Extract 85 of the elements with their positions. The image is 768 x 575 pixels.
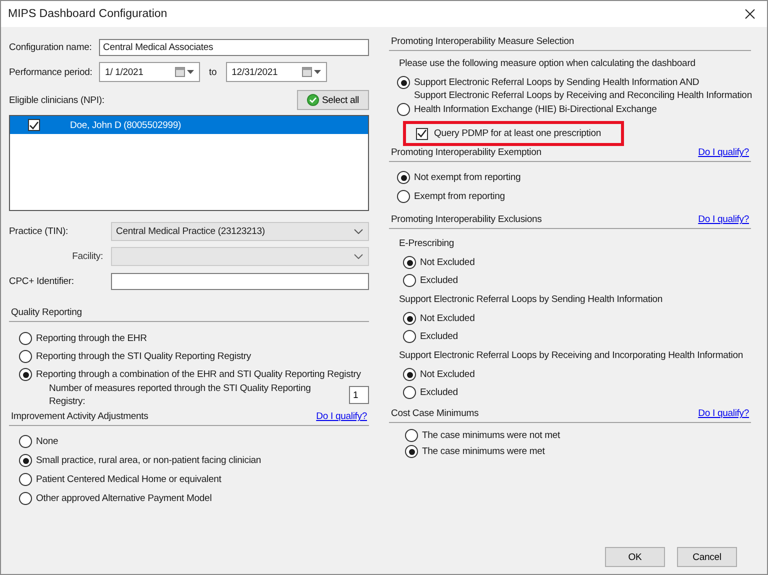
chevron-down-icon: [354, 254, 363, 258]
radio-option[interactable]: Health Information Exchange (HIE) Bi-Directional Exchange: [397, 103, 757, 116]
section-title: Promoting Interoperability Measure Selection: [391, 36, 574, 47]
date-field[interactable]: 12/31/2021: [226, 62, 327, 82]
radio-option[interactable]: Excluded: [403, 330, 757, 343]
checkmark-icon: [29, 120, 39, 130]
section-title: Promoting Interoperability Exemption: [391, 147, 542, 158]
radio-button[interactable]: [19, 492, 32, 505]
radio-button[interactable]: [19, 350, 32, 363]
radio-button[interactable]: [397, 171, 410, 184]
dropdown[interactable]: Central Medical Practice (23123213): [111, 222, 369, 240]
qualify-link[interactable]: Do I qualify?: [698, 408, 749, 419]
radio-option[interactable]: The case minimums were met: [405, 445, 757, 458]
chevron-down-icon: [354, 228, 363, 234]
qualify-link[interactable]: Do I qualify?: [698, 214, 749, 225]
radio-button[interactable]: [403, 386, 416, 399]
field-label: Practice (TIN):: [9, 226, 69, 236]
radio-button[interactable]: [403, 256, 416, 269]
dialog-button[interactable]: Cancel: [677, 547, 737, 567]
radio-option[interactable]: Small practice, rural area, or non-patient facing clinician: [19, 454, 369, 467]
field-label: Configuration name:: [9, 42, 93, 52]
section-title: Quality Reporting: [11, 307, 82, 318]
field-label: CPC+ Identifier:: [9, 276, 75, 286]
radio-option[interactable]: Exempt from reporting: [397, 190, 757, 203]
number-field[interactable]: 1: [349, 386, 369, 404]
caret-icon: [187, 70, 194, 74]
text-field[interactable]: [111, 272, 369, 290]
radio-button[interactable]: [403, 330, 416, 343]
radio-button[interactable]: [403, 312, 416, 325]
window-title: MIPS Dashboard Configuration: [8, 8, 168, 20]
radio-button[interactable]: [403, 368, 416, 381]
list-item[interactable]: Doe, John D (8005502999): [10, 116, 368, 134]
dialog-button[interactable]: OK: [605, 547, 665, 567]
select-all-button[interactable]: Select all: [297, 90, 369, 110]
radio-option[interactable]: Reporting through the STI Quality Reporting Registry: [19, 350, 369, 363]
radio-button[interactable]: [19, 368, 32, 381]
qualify-link[interactable]: Do I qualify?: [698, 147, 749, 158]
radio-button[interactable]: [19, 473, 32, 486]
radio-button[interactable]: [397, 103, 410, 116]
radio-option[interactable]: Excluded: [403, 386, 757, 399]
radio-option[interactable]: Other approved Alternative Payment Model: [19, 492, 369, 505]
field-label: Number of measures reported through the STI Quality Reporting Registry:: [49, 382, 312, 408]
radio-button[interactable]: [19, 435, 32, 448]
radio-button[interactable]: [397, 190, 410, 203]
checkbox-option[interactable]: Query PDMP for at least one prescription: [416, 128, 602, 140]
field-label: Eligible clinicians (NPI):: [9, 94, 106, 106]
instruction-text: Please use the following measure option when calculating the dashboard: [399, 57, 696, 70]
caret-icon: [314, 70, 321, 74]
radio-option[interactable]: Not Excluded: [403, 256, 757, 269]
date-field[interactable]: 1/ 1/2021: [99, 62, 200, 82]
field-label: Facility:: [71, 250, 104, 262]
range-separator: to: [209, 66, 217, 78]
radio-button[interactable]: [397, 76, 410, 89]
radio-button[interactable]: [19, 332, 32, 345]
radio-option[interactable]: Reporting through a combination of the EHR and STI Quality Reporting Registry: [19, 368, 369, 381]
radio-option[interactable]: Excluded: [403, 274, 757, 287]
radio-option[interactable]: The case minimums were not met: [405, 429, 757, 442]
section-title: Cost Case Minimums: [391, 408, 479, 419]
checkmark-icon: [417, 129, 427, 138]
radio-button[interactable]: [403, 274, 416, 287]
radio-option[interactable]: Not exempt from reporting: [397, 171, 757, 184]
group-title: Support Electronic Referral Loops by Receiving and Incorporating Health Information: [399, 349, 744, 362]
calendar-icon: [302, 67, 312, 77]
clinician-name: Doe, John D (8005502999): [70, 120, 182, 130]
section-title: Improvement Activity Adjustments: [11, 411, 148, 422]
radio-option[interactable]: Patient Centered Medical Home or equivalent: [19, 473, 369, 486]
checkbox[interactable]: [28, 119, 40, 131]
option-label: Health Information Exchange (HIE) Bi-Directional Exchange: [414, 103, 657, 116]
calendar-icon: [175, 67, 185, 77]
radio-button[interactable]: [405, 445, 418, 458]
text-field[interactable]: Central Medical Associates: [99, 38, 369, 56]
group-title: E-Prescribing: [399, 237, 456, 250]
checkbox[interactable]: [416, 128, 428, 140]
qualify-link[interactable]: Do I qualify?: [316, 411, 367, 422]
group-title: Support Electronic Referral Loops by Sending Health Information: [399, 293, 664, 306]
field-label: Performance period:: [9, 66, 94, 78]
radio-button[interactable]: [405, 429, 418, 442]
section-title: Promoting Interoperability Exclusions: [391, 214, 542, 225]
check-circle-icon: [306, 94, 319, 106]
radio-button[interactable]: [19, 454, 32, 467]
radio-option[interactable]: Reporting through the EHR: [19, 332, 369, 345]
radio-option[interactable]: Not Excluded: [403, 368, 757, 381]
radio-option[interactable]: Not Excluded: [403, 312, 757, 325]
radio-option[interactable]: None: [19, 435, 369, 448]
close-icon[interactable]: [745, 9, 755, 19]
